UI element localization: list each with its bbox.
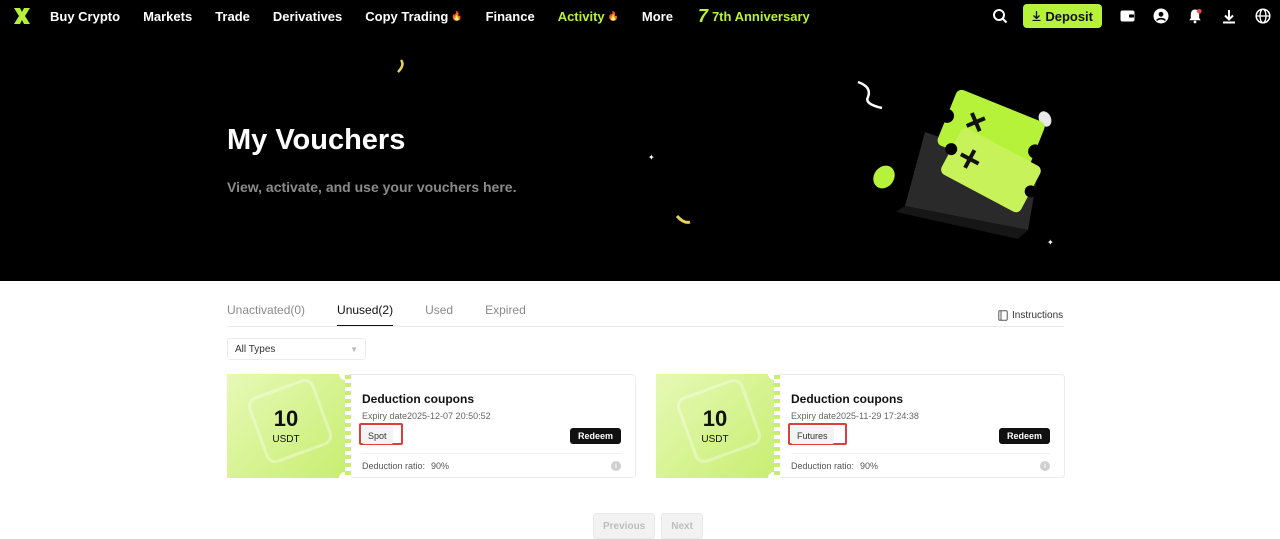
voucher-type-select[interactable]: All Types ▼: [227, 338, 366, 360]
voucher-type-tag: Futures: [791, 427, 834, 444]
instructions-label: Instructions: [1012, 310, 1064, 321]
tab-expired[interactable]: Expired: [485, 300, 526, 327]
voucher-amount: 10: [273, 406, 299, 431]
nav-copy-trading[interactable]: Copy Trading 🔥: [365, 9, 462, 24]
tab-unused[interactable]: Unused(2): [337, 300, 394, 327]
voucher-amount-panel: 10 USDT: [656, 374, 774, 478]
top-navigation: Buy Crypto Markets Trade Derivatives Cop…: [0, 0, 1280, 32]
search-button[interactable]: [983, 0, 1017, 32]
voucher-title: Deduction coupons: [362, 392, 474, 406]
instructions-link[interactable]: Instructions: [998, 310, 1063, 321]
pagination: Previous Next: [593, 513, 709, 539]
deduction-ratio: Deduction ratio: 90%: [791, 461, 878, 471]
voucher-details: Deduction coupons Expiry date2025-11-29 …: [774, 374, 1065, 479]
anniversary-number-icon: 7: [697, 6, 708, 26]
voucher-unit: USDT: [701, 434, 729, 445]
voucher-amount-panel: 10 USDT: [227, 374, 345, 478]
redeem-button[interactable]: Redeem: [998, 428, 1050, 444]
hero-banner: ✦ ✦ My Vouchers View, activate, and use …: [0, 32, 1280, 281]
nav-actions: Deposit: [983, 0, 1280, 32]
deduction-ratio: Deduction ratio: 90%: [362, 461, 449, 471]
voucher-expiry: Expiry date2025-12-07 20:50:52: [362, 411, 491, 421]
next-button[interactable]: Next: [661, 513, 703, 539]
svg-text:✦: ✦: [648, 153, 655, 162]
nav-label: More: [641, 8, 673, 24]
book-icon: [998, 310, 1008, 321]
info-icon[interactable]: i: [1040, 461, 1050, 471]
nav-derivatives[interactable]: Derivatives: [273, 9, 342, 24]
voucher-details: Deduction coupons Expiry date2025-12-07 …: [345, 374, 636, 479]
nav-label: Activity: [557, 8, 605, 24]
anniversary-link[interactable]: 7 7th Anniversary: [698, 7, 810, 25]
nav-activity[interactable]: Activity 🔥: [558, 9, 619, 24]
nav-more[interactable]: More: [642, 9, 673, 24]
nav-markets[interactable]: Markets: [143, 9, 192, 24]
deposit-label: Deposit: [1045, 8, 1093, 24]
flame-icon: 🔥: [607, 10, 619, 21]
language-button[interactable]: [1246, 0, 1280, 32]
ratio-label: Deduction ratio:: [791, 461, 855, 471]
bell-icon: [1189, 9, 1202, 24]
voucher-title: Deduction coupons: [791, 392, 903, 406]
page-subtitle: View, activate, and use your vouchers he…: [227, 179, 517, 195]
wallet-icon: [1120, 10, 1134, 22]
anniversary-label: 7th Anniversary: [711, 8, 810, 24]
nav-label: Buy Crypto: [50, 8, 121, 24]
svg-text:✦: ✦: [1047, 238, 1054, 247]
voucher-type-tag: Spot: [362, 427, 393, 444]
ratio-value: 90%: [431, 461, 450, 471]
logo-icon[interactable]: [12, 6, 32, 26]
nav-label: Copy Trading: [365, 8, 449, 24]
card-divider: [791, 453, 1050, 454]
page-title: My Vouchers: [227, 124, 406, 156]
nav-label: Markets: [143, 8, 193, 24]
wallet-button[interactable]: [1110, 0, 1144, 32]
voucher-tabs: Unactivated(0) Unused(2) Used Expired: [227, 300, 558, 327]
download-icon: [1223, 9, 1235, 23]
flame-icon: 🔥: [451, 10, 463, 21]
nav-menu: Buy Crypto Markets Trade Derivatives Cop…: [50, 0, 810, 32]
voucher-expiry: Expiry date2025-11-29 17:24:38: [791, 411, 919, 421]
card-divider: [362, 453, 621, 454]
search-icon: [993, 9, 1008, 24]
notifications-button[interactable]: [1178, 0, 1212, 32]
ratio-label: Deduction ratio:: [362, 461, 426, 471]
voucher-amount: 10: [702, 406, 728, 431]
redeem-button[interactable]: Redeem: [569, 428, 621, 444]
nav-trade[interactable]: Trade: [215, 9, 250, 24]
tab-unactivated[interactable]: Unactivated(0): [227, 300, 305, 327]
voucher-card: 10 USDT Deduction coupons Expiry date202…: [656, 374, 1065, 479]
nav-buy-crypto[interactable]: Buy Crypto: [50, 9, 120, 24]
user-icon: [1153, 8, 1169, 24]
download-button[interactable]: [1212, 0, 1246, 32]
previous-button[interactable]: Previous: [593, 513, 656, 539]
tab-used[interactable]: Used: [425, 300, 453, 327]
info-icon[interactable]: i: [611, 461, 621, 471]
globe-icon: [1255, 8, 1271, 24]
voucher-unit: USDT: [272, 434, 300, 445]
nav-label: Finance: [485, 8, 535, 24]
nav-label: Trade: [215, 8, 250, 24]
deposit-button[interactable]: Deposit: [1023, 4, 1102, 28]
nav-finance[interactable]: Finance: [486, 9, 535, 24]
ratio-value: 90%: [860, 461, 879, 471]
chevron-down-icon: ▼: [350, 344, 358, 354]
voucher-card: 10 USDT Deduction coupons Expiry date202…: [227, 374, 636, 479]
type-select-value: All Types: [235, 343, 276, 355]
download-arrow-icon: [1032, 11, 1041, 21]
user-button[interactable]: [1144, 0, 1178, 32]
nav-label: Derivatives: [272, 8, 343, 24]
tabs-divider: [227, 326, 1064, 327]
voucher-illustration: ✦ ✦: [397, 59, 1054, 247]
